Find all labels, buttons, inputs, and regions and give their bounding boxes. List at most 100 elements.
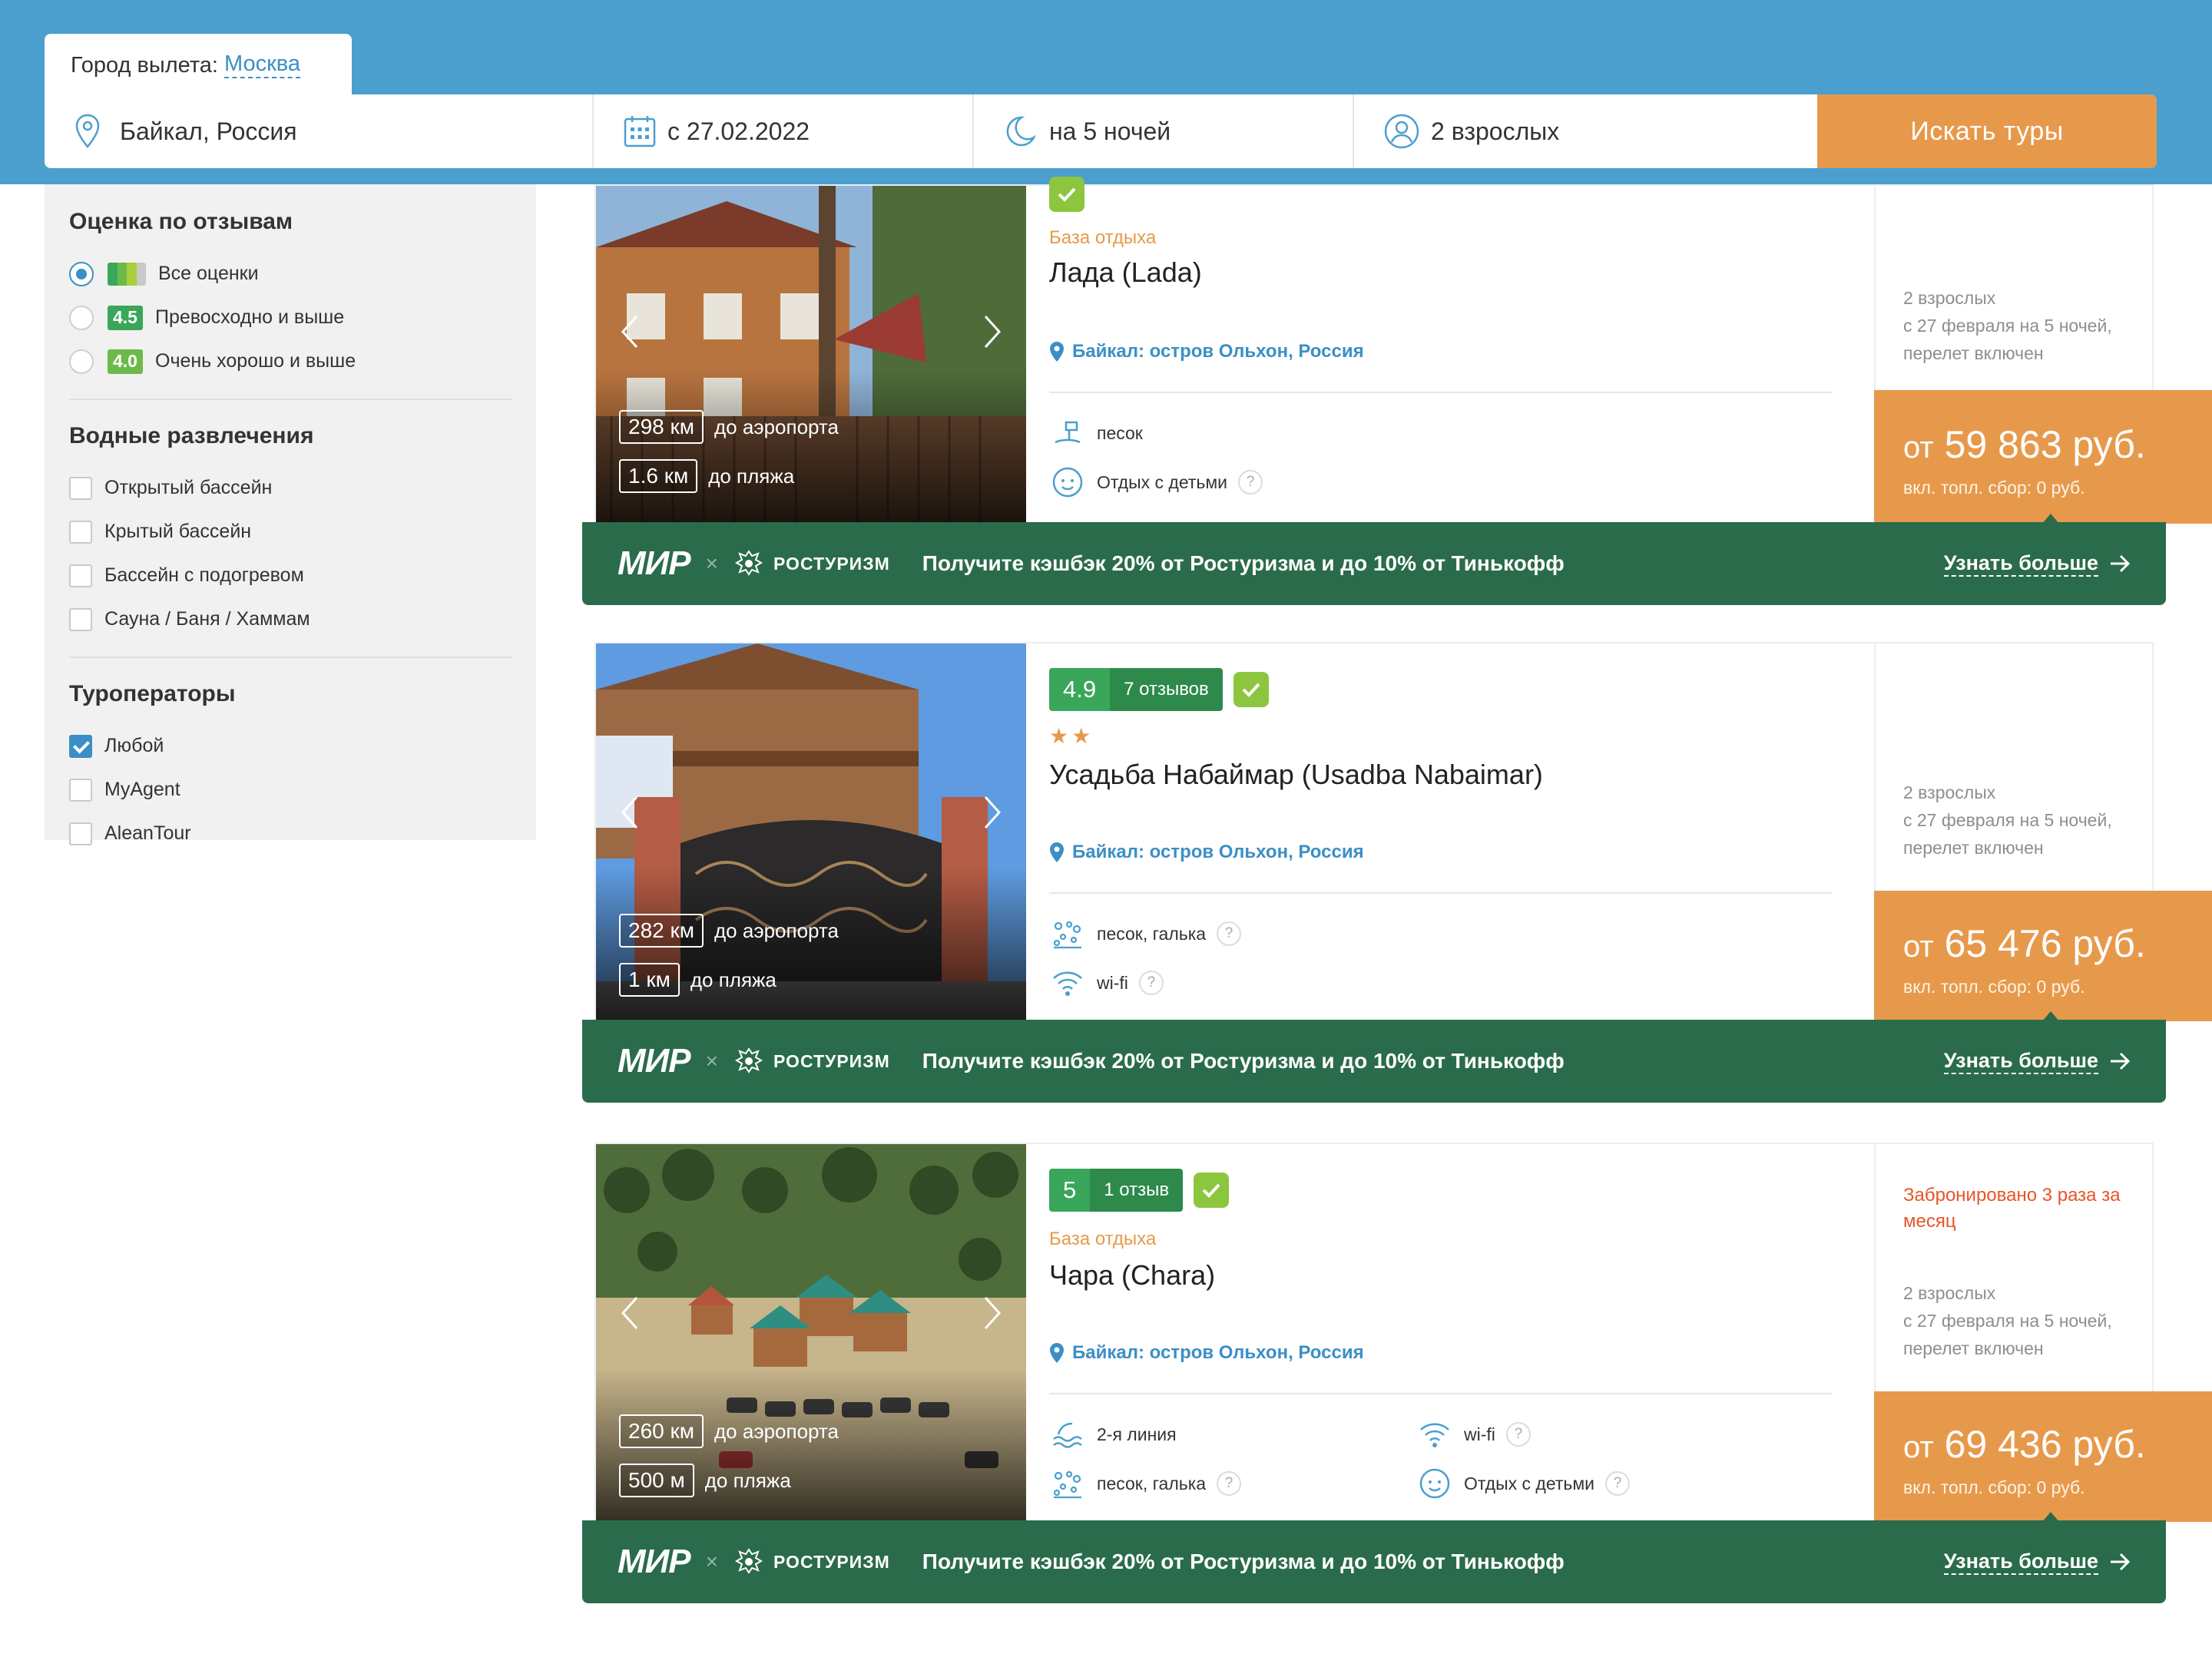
airport-distance-value: 298 км [619,410,704,444]
operator-option-aleantour[interactable]: AleanTour [69,812,512,855]
pebbles-icon [1049,1465,1086,1502]
question-mark-icon[interactable]: ? [1217,1471,1242,1496]
hotel-location[interactable]: Байкал: остров Ольхон, Россия [1049,341,1364,362]
checkbox[interactable] [69,778,92,802]
date-field[interactable]: с 27.02.2022 [594,94,974,168]
hotel-location[interactable]: Байкал: остров Ольхон, Россия [1049,842,1364,863]
departure-city-label: Город вылета: [71,52,218,78]
divider [1049,892,1833,894]
rating-score[interactable]: 4.9 7 отзывов [1049,668,1223,711]
question-mark-icon[interactable]: ? [1605,1471,1631,1496]
mir-logo: МИР [618,1042,691,1080]
hotel-photo[interactable]: 298 км до аэропорта 1.6 км до пляжа [596,186,1026,524]
check-icon [1242,683,1260,697]
question-mark-icon[interactable]: ? [1217,921,1242,946]
operator-option-myagent[interactable]: MyAgent [69,768,512,812]
photo-next-arrow[interactable] [969,1282,1015,1344]
checkbox[interactable] [69,520,92,544]
price-condition-line: перелет включен [1903,1338,2044,1358]
learn-more-link[interactable]: Узнать больше [1943,551,2131,577]
checkbox-label: Любой [104,735,164,756]
photo-next-arrow[interactable] [969,301,1015,362]
destination-field[interactable]: Байкал, Россия [45,94,594,168]
question-mark-icon[interactable]: ? [1238,470,1263,495]
feature-label: песок, галька [1097,1473,1207,1493]
feature-wifi: wi-fi? [1049,964,1164,1001]
price-condition-line: 2 взрослых [1903,1283,1996,1303]
rating-option-very-good[interactable]: 4.0 Очень хорошо и выше [69,339,512,383]
adults-field[interactable]: 2 взрослых [1354,94,1817,168]
airport-distance: 282 км до аэропорта [619,914,839,948]
checkbox[interactable] [69,564,92,587]
chevron-right-icon [984,1296,1001,1330]
price-conditions: 2 взрослых с 27 февраля на 5 ночей, пере… [1903,284,2112,367]
hotel-name[interactable]: Чара (Chara) [1049,1259,1215,1292]
price-button[interactable]: от 59 863 руб. вкл. топл. сбор: 0 руб. [1874,390,2212,524]
rating-option-label: Очень хорошо и выше [155,350,356,372]
departure-city-link[interactable]: Москва [224,51,300,78]
checkbox[interactable] [69,476,92,500]
radio-button-selected[interactable] [69,261,94,286]
water-option-outdoor-pool[interactable]: Открытый бассейн [69,466,512,510]
airport-distance-label: до аэропорта [714,918,839,942]
verified-badge [1194,1173,1230,1208]
operators-filter-title: Туроператоры [69,681,236,706]
airport-distance-value: 282 км [619,914,704,948]
photo-prev-arrow[interactable] [607,301,653,362]
airport-distance: 298 км до аэропорта [619,410,839,444]
hotel-name[interactable]: Усадьба Набаймар (Usadba Nabaimar) [1049,759,1543,791]
photo-gradient [596,370,1026,524]
nights-field[interactable]: на 5 ночей [974,94,1354,168]
price-button[interactable]: от 69 436 руб. вкл. топл. сбор: 0 руб. [1874,1391,2212,1523]
rating-option-excellent[interactable]: 4.5 Превосходно и выше [69,296,512,339]
water-option-sauna[interactable]: Сауна / Баня / Хаммам [69,597,512,641]
checkbox[interactable] [69,822,92,845]
promo-text: Получите кэшбэк 20% от Ростуризма и до 1… [922,1049,1565,1073]
learn-more-link[interactable]: Узнать больше [1943,1049,2131,1074]
rosturizm-text: РОСТУРИЗМ [773,553,890,574]
photo-next-arrow[interactable] [969,782,1015,843]
hotel-name[interactable]: Лада (Lada) [1049,256,1202,289]
chevron-left-icon [621,315,638,349]
price-condition-line: 2 взрослых [1903,782,1996,802]
hotel-type: База отдыха [1049,227,1157,248]
learn-more-label: Узнать больше [1943,1049,2098,1074]
rating-score[interactable]: 51 отзыв [1049,1169,1184,1212]
hotel-info: 4.9 7 отзывов ★★ Усадьба Набаймар (Usadba… [1049,643,1863,1021]
water-option-heated-pool[interactable]: Бассейн с подогревом [69,554,512,597]
learn-more-link[interactable]: Узнать больше [1943,1550,2131,1575]
price-condition-line: с 27 февраля на 5 ночей, [1903,810,2112,830]
checkbox-label: Сауна / Баня / Хаммам [104,608,310,630]
fuel-fee: вкл. топл. сбор: 0 руб. [1903,977,2085,997]
hotel-card-body: 298 км до аэропорта 1.6 км до пляжа База о… [594,177,2212,524]
price-value: 69 436 руб. [1944,1423,2146,1466]
search-tours-button[interactable]: Искать туры [1817,94,2157,168]
feature-beach: песок, галька? [1049,1465,1242,1502]
hotel-photo[interactable]: 282 км до аэропорта 1 км до пляжа [596,643,1026,1021]
nights-value: на 5 ночей [1049,117,1171,145]
beach-distance-value: 1.6 км [619,459,698,493]
photo-prev-arrow[interactable] [607,1282,653,1344]
price-value: 59 863 руб. [1944,423,2146,466]
rating-option-all[interactable]: Все оценки [69,252,512,296]
destination-value: Байкал, Россия [120,117,297,145]
question-mark-icon[interactable]: ? [1138,971,1164,995]
rosturizm-text: РОСТУРИЗМ [773,1050,890,1071]
operator-option-any[interactable]: Любой [69,724,512,768]
filters-sidebar: Оценка по отзывам Все оценки 4.5 Превосх… [45,184,536,845]
beach-distance: 500 м до пляжа [619,1464,791,1497]
rosturizm-logo: РОСТУРИЗМ [733,548,890,579]
photo-prev-arrow[interactable] [607,782,653,843]
price-button[interactable]: от 65 476 руб. вкл. топл. сбор: 0 руб. [1874,891,2212,1022]
hotel-photo[interactable]: 260 км до аэропорта 500 м до пляжа [596,1144,1026,1522]
fuel-fee: вкл. топл. сбор: 0 руб. [1903,478,2085,498]
question-mark-icon[interactable]: ? [1505,1422,1531,1447]
checkbox-checked[interactable] [69,734,92,758]
radio-button[interactable] [69,305,94,330]
hotel-location[interactable]: Байкал: остров Ольхон, Россия [1049,1342,1364,1364]
checkbox[interactable] [69,607,92,631]
departure-city-tab: Город вылета: Москва [45,34,352,97]
location-pin-icon [1050,342,1064,362]
water-option-indoor-pool[interactable]: Крытый бассейн [69,510,512,554]
radio-button[interactable] [69,349,94,374]
